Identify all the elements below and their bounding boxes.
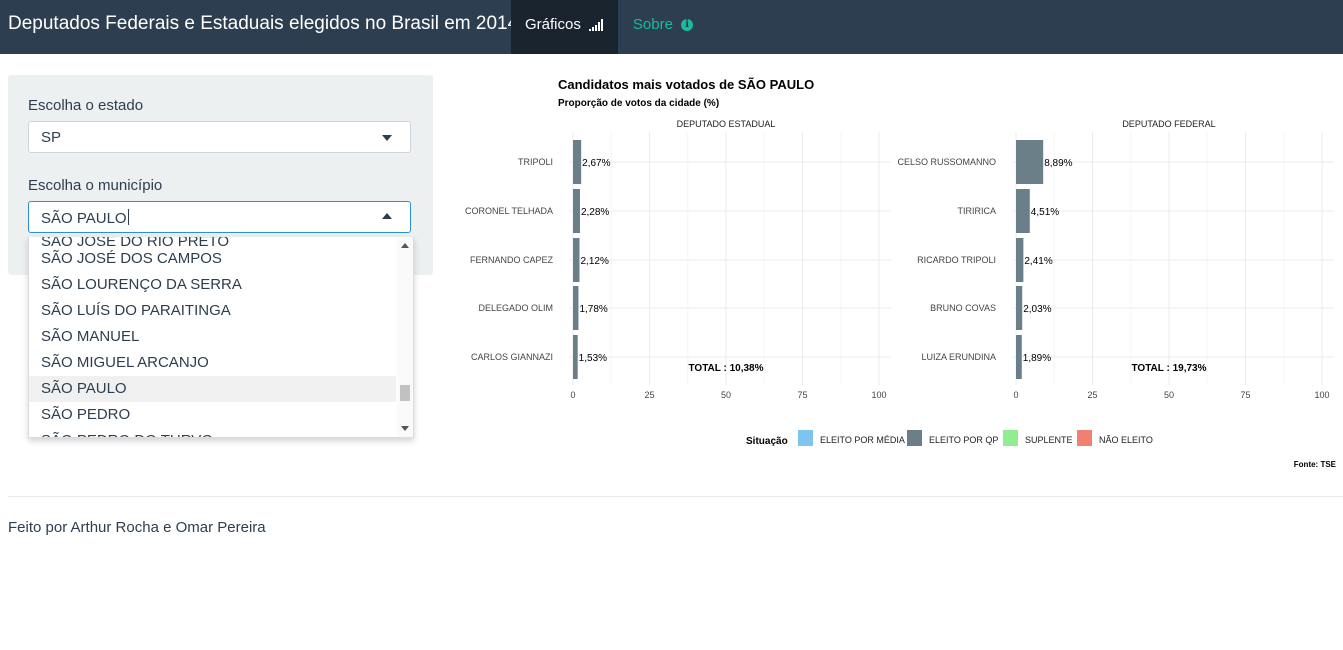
chevron-up-icon — [382, 213, 392, 219]
total-label: TOTAL : 10,38% — [688, 363, 763, 374]
y-tick-label: DELEGADO OLIM — [478, 303, 553, 313]
legend-swatch — [798, 430, 813, 446]
y-tick-label: BRUNO COVAS — [930, 303, 996, 313]
dropdown-option[interactable]: SÃO PEDRO — [29, 402, 396, 428]
municipio-select-value: SÃO PAULO — [41, 210, 127, 227]
chart-area: Candidatos mais votados de SÃO PAULO Prop… — [455, 72, 1343, 477]
bar-value-label: 1,89% — [1023, 353, 1051, 364]
scroll-down-arrow-icon[interactable] — [401, 426, 409, 431]
text-cursor — [127, 209, 129, 225]
bar — [573, 140, 582, 184]
estado-label: Escolha o estado — [28, 97, 144, 114]
y-tick-label: CORONEL TELHADA — [465, 206, 553, 216]
footer-divider — [8, 496, 1343, 497]
y-tick-label: LUIZA ERUNDINA — [921, 352, 996, 362]
y-tick-label: CELSO RUSSOMANNO — [897, 157, 996, 167]
y-tick-label: CARLOS GIANNAZI — [471, 352, 553, 362]
bar — [1016, 238, 1024, 282]
bar — [1016, 286, 1023, 330]
bar — [1016, 335, 1022, 379]
bar-value-label: 2,12% — [580, 256, 608, 267]
x-tick-label: 0 — [1013, 390, 1018, 400]
legend-swatch — [907, 430, 922, 446]
bar-chart: Candidatos mais votados de SÃO PAULO Prop… — [465, 77, 1337, 469]
dropdown-option[interactable]: SÃO PEDRO DO TURVO — [29, 428, 396, 437]
legend-label: SUPLENTE — [1025, 435, 1073, 445]
bar — [573, 335, 578, 379]
bar — [1016, 140, 1044, 184]
navbar: Deputados Federais e Estaduais elegidos … — [0, 0, 1343, 54]
legend-swatch — [1003, 430, 1018, 446]
legend-title: Situação — [746, 436, 788, 447]
bar-value-label: 2,67% — [582, 158, 610, 169]
x-tick-label: 50 — [721, 390, 731, 400]
dropdown-scrollbar[interactable] — [397, 237, 413, 437]
dropdown-option-selected[interactable]: SÃO PAULO — [29, 376, 396, 402]
legend-label: NÃO ELEITO — [1099, 435, 1153, 445]
tab-sobre-label: Sobre — [632, 16, 673, 33]
dropdown-option[interactable]: SÃO JOSÉ DOS CAMPOS — [29, 246, 396, 272]
y-tick-label: TRIPOLI — [518, 157, 553, 167]
bar — [573, 238, 580, 282]
bar-value-label: 1,53% — [579, 353, 607, 364]
municipio-dropdown-list[interactable]: SÃO JOSÉ DO RIO PRETO SÃO JOSÉ DOS CAMPO… — [28, 237, 414, 438]
x-tick-label: 0 — [570, 390, 575, 400]
estado-select[interactable]: SP — [28, 121, 411, 153]
footer-credits: Feito por Arthur Rocha e Omar Pereira — [8, 519, 266, 536]
source-caption: Fonte: TSE — [1294, 460, 1337, 469]
bar-value-label: 8,89% — [1044, 158, 1072, 169]
x-tick-label: 75 — [797, 390, 807, 400]
signal-bars-icon — [589, 19, 604, 32]
dropdown-option[interactable]: SÃO LOURENÇO DA SERRA — [29, 272, 396, 298]
tab-graficos[interactable]: Gráficos — [511, 0, 618, 54]
scroll-up-arrow-icon[interactable] — [401, 243, 409, 248]
municipio-select[interactable]: SÃO PAULO — [28, 201, 411, 233]
dropdown-option[interactable]: SÃO LUÍS DO PARAITINGA — [29, 298, 396, 324]
total-label: TOTAL : 19,73% — [1131, 363, 1206, 374]
y-tick-label: FERNANDO CAPEZ — [470, 255, 554, 265]
legend-swatch — [1077, 430, 1092, 446]
tab-sobre[interactable]: Sobre i — [618, 0, 708, 54]
chevron-down-icon — [382, 135, 392, 141]
municipio-search-input[interactable]: SÃO PAULO — [41, 209, 129, 227]
x-tick-label: 50 — [1164, 390, 1174, 400]
x-tick-label: 100 — [871, 390, 886, 400]
x-tick-label: 75 — [1240, 390, 1250, 400]
bar — [573, 189, 580, 233]
panel-title: DEPUTADO FEDERAL — [1122, 119, 1215, 129]
bar — [1016, 189, 1030, 233]
y-tick-label: TIRIRICA — [957, 206, 996, 216]
legend-label: ELEITO POR MÉDIA — [820, 435, 905, 445]
legend-label: ELEITO POR QP — [929, 435, 998, 445]
municipio-label: Escolha o município — [28, 177, 163, 194]
info-circle-icon: i — [681, 19, 694, 32]
tab-graficos-label: Gráficos — [524, 16, 581, 33]
bar-value-label: 2,28% — [581, 207, 609, 218]
bar-value-label: 1,78% — [579, 304, 607, 315]
bar-value-label: 4,51% — [1031, 207, 1059, 218]
chart-title: Candidatos mais votados de SÃO PAULO — [558, 77, 814, 92]
scrollbar-thumb[interactable] — [400, 385, 410, 401]
x-tick-label: 25 — [644, 390, 654, 400]
x-tick-label: 25 — [1087, 390, 1097, 400]
y-tick-label: RICARDO TRIPOLI — [917, 255, 996, 265]
x-tick-label: 100 — [1314, 390, 1329, 400]
bar-value-label: 2,41% — [1024, 256, 1052, 267]
dropdown-option[interactable]: SÃO MANUEL — [29, 324, 396, 350]
estado-select-value: SP — [41, 129, 62, 146]
dropdown-option[interactable]: SÃO MIGUEL ARCANJO — [29, 350, 396, 376]
chart-subtitle: Proporção de votos da cidade (%) — [558, 98, 719, 109]
bar — [573, 286, 579, 330]
app-title: Deputados Federais e Estaduais elegidos … — [8, 13, 519, 34]
bar-value-label: 2,03% — [1023, 304, 1051, 315]
panel-title: DEPUTADO ESTADUAL — [677, 119, 776, 129]
